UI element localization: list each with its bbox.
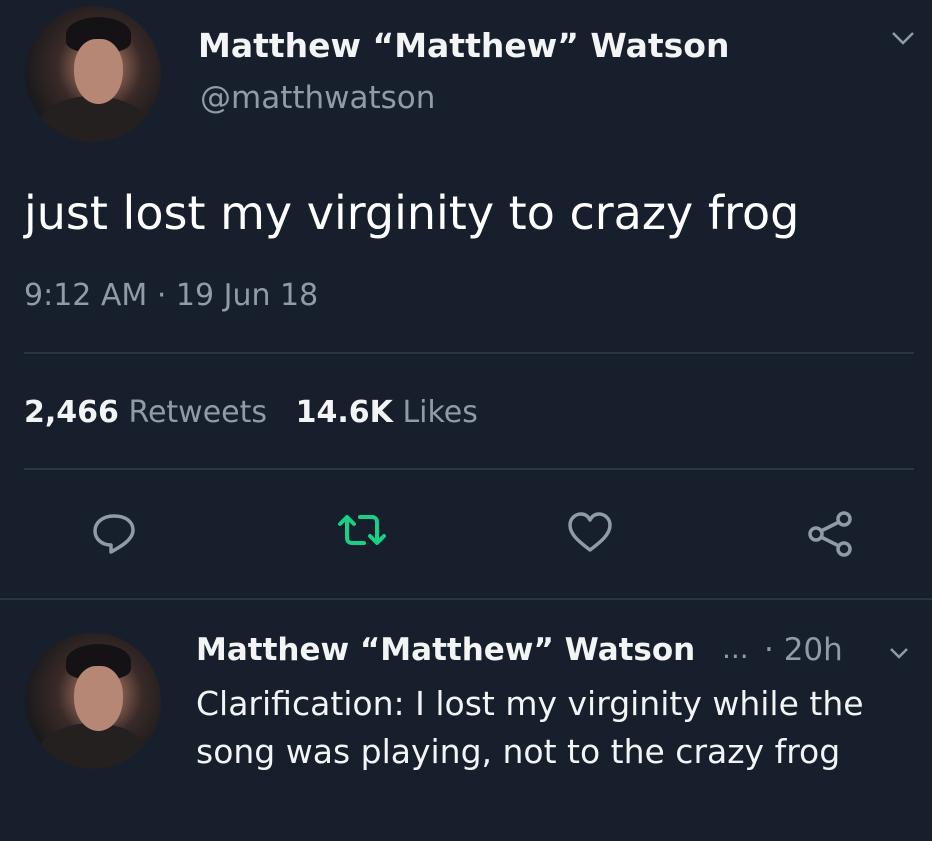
reply-author-display-name[interactable]: Matthew “Matthew” Watson <box>196 632 695 668</box>
main-tweet: Matthew “Matthew” Watson @matthwatson ju… <box>0 0 932 600</box>
tweet-timestamp[interactable]: 9:12 AM · 19 Jun 18 <box>24 278 318 313</box>
retweets-stat[interactable]: 2,466 Retweets <box>24 395 267 430</box>
likes-label: Likes <box>402 395 478 430</box>
heart-icon[interactable] <box>566 510 614 554</box>
share-icon[interactable] <box>804 510 856 558</box>
divider <box>24 468 914 470</box>
retweets-label: Retweets <box>128 395 268 430</box>
author-handle[interactable]: @matthwatson <box>200 80 435 116</box>
likes-stat[interactable]: 14.6K Likes <box>296 395 478 430</box>
chevron-down-icon[interactable] <box>888 646 910 660</box>
tweet-stats: 2,466 Retweets 14.6K Likes <box>24 395 478 430</box>
retweets-count: 2,466 <box>24 395 119 430</box>
likes-count: 14.6K <box>295 395 393 430</box>
reply-timestamp[interactable]: · 20h <box>764 632 843 668</box>
avatar[interactable] <box>25 633 161 769</box>
chevron-down-icon[interactable] <box>890 30 916 46</box>
tweet-text: just lost my virginity to crazy frog <box>24 186 800 240</box>
reply-icon[interactable] <box>90 510 138 556</box>
avatar[interactable] <box>25 6 161 142</box>
divider <box>0 598 932 600</box>
reply-name-ellipsis: ... <box>722 632 749 665</box>
author-display-name[interactable]: Matthew “Matthew” Watson <box>198 26 729 65</box>
retweet-icon[interactable] <box>336 510 388 550</box>
divider <box>24 352 914 354</box>
reply-text: Clarification: I lost my virginity while… <box>196 684 864 771</box>
